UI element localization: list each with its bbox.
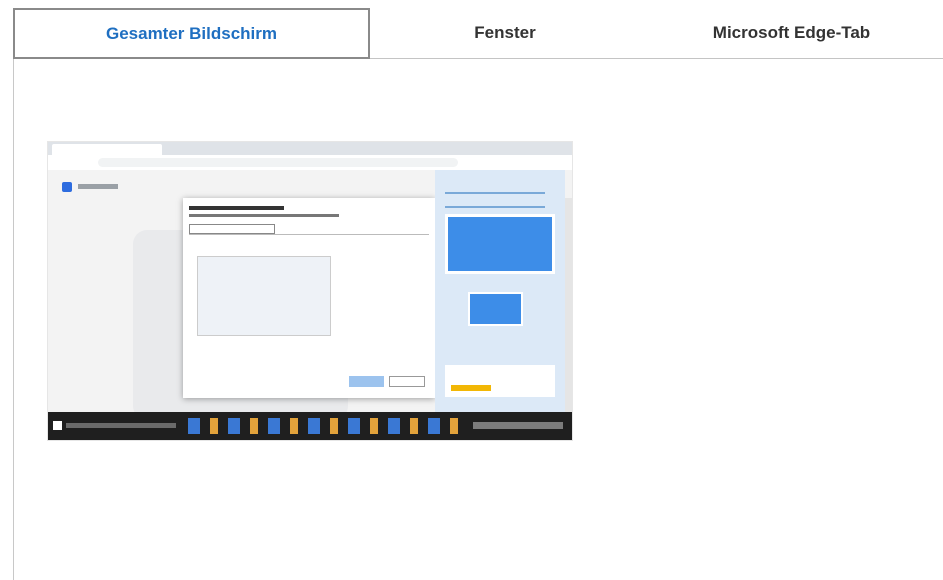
preview-app-name	[78, 184, 118, 189]
tab-entire-screen[interactable]: Gesamter Bildschirm	[13, 8, 370, 59]
preview-system-tray	[473, 422, 563, 429]
preview-cancel-button	[389, 376, 425, 387]
preview-browser-toolbar	[48, 155, 572, 171]
preview-share-dialog	[183, 198, 435, 398]
preview-taskbar-app-icons	[188, 418, 458, 434]
preview-address-bar	[98, 158, 458, 167]
preview-scrollbar	[565, 198, 572, 440]
preview-side-laptop-illustration	[468, 292, 523, 326]
preview-dialog-active-tab	[189, 224, 275, 234]
preview-share-button	[349, 376, 384, 387]
preview-side-heading	[445, 192, 545, 208]
tab-window[interactable]: Fenster	[370, 8, 640, 58]
preview-dialog-subtitle	[189, 214, 339, 217]
preview-nested-thumbnail	[197, 256, 331, 336]
screen-preview-thumbnail[interactable]	[48, 142, 572, 440]
preview-browser-tabstrip	[48, 142, 572, 155]
panel-left-border	[13, 58, 14, 580]
preview-app-icon	[62, 182, 72, 192]
tab-edge-tab[interactable]: Microsoft Edge-Tab	[640, 8, 943, 58]
preview-taskbar	[48, 412, 572, 440]
share-source-tabs: Gesamter Bildschirm Fenster Microsoft Ed…	[13, 8, 943, 59]
preview-side-panel	[435, 170, 565, 412]
preview-side-promo-card	[445, 365, 555, 397]
windows-start-icon	[53, 421, 62, 430]
preview-page-body	[48, 170, 572, 440]
preview-side-illustration	[445, 214, 555, 274]
preview-taskbar-search	[66, 423, 176, 428]
preview-browser-tab	[52, 144, 162, 155]
preview-side-promo-button	[451, 385, 491, 391]
preview-dialog-title	[189, 206, 284, 210]
preview-dialog-tabs	[189, 224, 429, 235]
